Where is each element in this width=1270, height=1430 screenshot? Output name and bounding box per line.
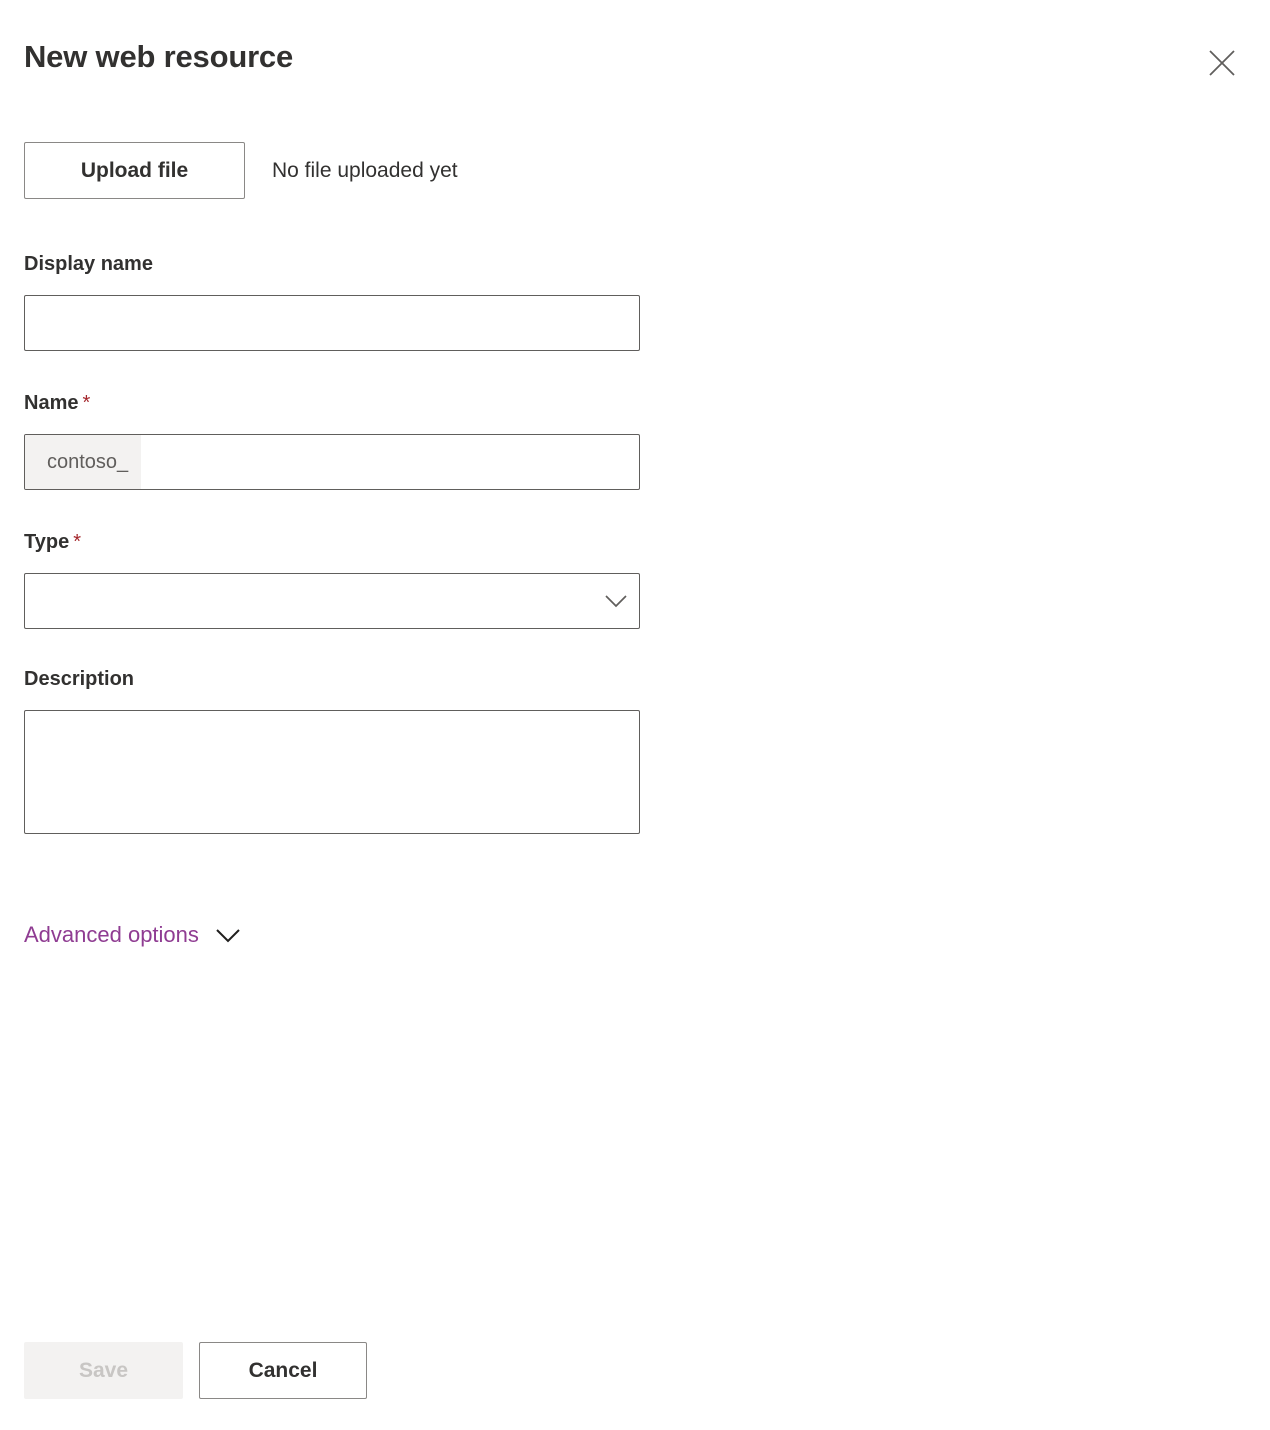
- page-title: New web resource: [24, 39, 294, 74]
- chevron-down-icon: [215, 928, 241, 943]
- field-spacer: [24, 351, 640, 389]
- close-icon: [1207, 48, 1237, 78]
- chevron-down-icon: [593, 594, 639, 608]
- name-label: Name *: [24, 389, 640, 417]
- field-name: Name * contoso_: [24, 389, 640, 490]
- type-label: Type *: [24, 528, 640, 556]
- panel-footer: Save Cancel: [24, 1342, 367, 1399]
- save-button[interactable]: Save: [24, 1342, 183, 1399]
- description-label: Description: [24, 668, 135, 690]
- field-display-name: Display name: [24, 250, 640, 351]
- field-spacer: [24, 629, 640, 665]
- advanced-options-toggle[interactable]: Advanced options: [24, 920, 241, 950]
- name-input-wrapper: contoso_: [24, 434, 640, 490]
- upload-file-button[interactable]: Upload file: [24, 142, 245, 199]
- type-required-asterisk: *: [73, 531, 81, 553]
- name-label-text: Name: [24, 392, 79, 414]
- field-description: Description: [24, 665, 640, 834]
- name-input[interactable]: [141, 435, 639, 489]
- upload-status-text: No file uploaded yet: [272, 158, 458, 182]
- name-required-asterisk: *: [82, 392, 91, 414]
- display-name-label: Display name: [24, 253, 153, 275]
- description-textarea[interactable]: [24, 710, 640, 834]
- new-web-resource-form: Display name Name * contoso_ Type * Desc…: [24, 250, 640, 834]
- display-name-input[interactable]: [24, 295, 640, 351]
- name-prefix-label: contoso_: [25, 435, 142, 489]
- field-spacer: [24, 490, 640, 528]
- panel-header: New web resource: [0, 0, 1270, 120]
- type-label-text: Type: [24, 531, 70, 553]
- upload-row: Upload file No file uploaded yet: [24, 142, 458, 199]
- type-dropdown[interactable]: [24, 573, 640, 629]
- field-type: Type *: [24, 528, 640, 629]
- close-button[interactable]: [1197, 38, 1247, 88]
- advanced-options-label: Advanced options: [24, 922, 199, 947]
- cancel-button[interactable]: Cancel: [199, 1342, 367, 1399]
